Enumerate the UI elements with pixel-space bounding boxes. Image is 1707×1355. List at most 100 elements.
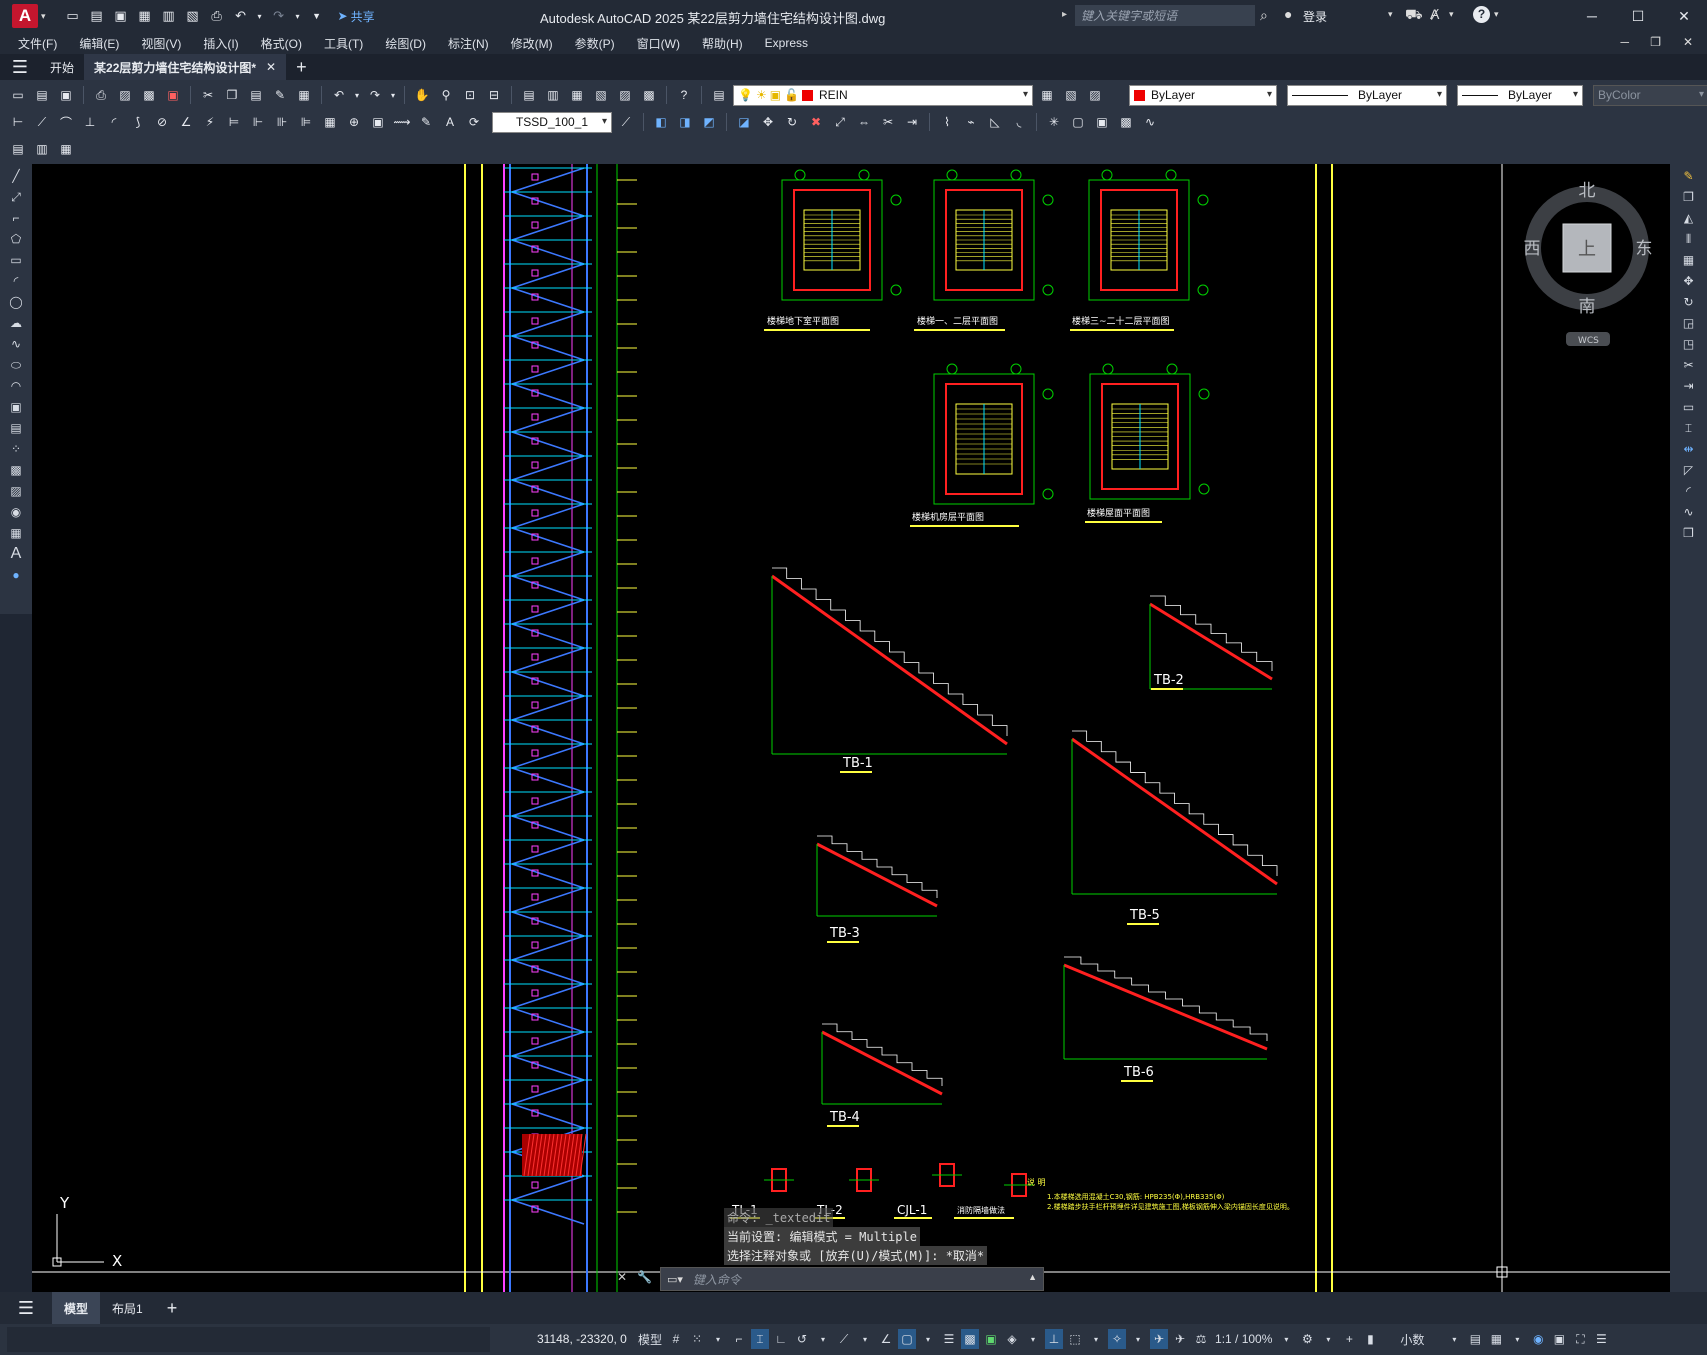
tolerance-icon[interactable]: ▦	[320, 112, 340, 132]
zoom-realtime-icon[interactable]: ⚲	[436, 85, 456, 105]
angular-dim-icon[interactable]: ∠	[176, 112, 196, 132]
login-link[interactable]: 登录	[1303, 8, 1327, 25]
layer-states-icon[interactable]: ▨	[1085, 85, 1105, 105]
help-icon[interactable]: ?	[674, 85, 694, 105]
layer-viewport-icon[interactable]: ▣	[770, 88, 781, 102]
trim-icon[interactable]: ✂	[1679, 356, 1699, 374]
mtext-icon[interactable]: A	[6, 545, 26, 563]
dim-break-icon[interactable]: ⊫	[296, 112, 316, 132]
doc-close-button[interactable]: ✕	[1683, 35, 1693, 49]
construction-line-icon[interactable]: ⤢	[6, 188, 26, 206]
dim-update-icon[interactable]: ⟳	[464, 112, 484, 132]
menu-express[interactable]: Express	[754, 36, 819, 50]
help-dropdown-icon[interactable]: ▾	[1494, 9, 1499, 20]
undo-dropdown-icon[interactable]: ▾	[256, 7, 264, 25]
annotation-scale-icon[interactable]: ⚖	[1192, 1329, 1210, 1349]
new-icon[interactable]: ▭	[8, 85, 28, 105]
array-icon[interactable]: ▦	[1679, 251, 1699, 269]
object-snap-dropdown-icon[interactable]: ▾	[919, 1329, 937, 1349]
doc-restore-button[interactable]: ❐	[1650, 35, 1661, 49]
spline-edit-icon[interactable]: ∿	[1140, 112, 1160, 132]
polygon-icon[interactable]: ⬠	[6, 230, 26, 248]
undo-icon[interactable]: ↶	[329, 85, 349, 105]
transparency-icon[interactable]: ▩	[961, 1329, 980, 1349]
menu-draw[interactable]: 绘图(D)	[374, 35, 437, 52]
center-mark-icon[interactable]: ⊕	[344, 112, 364, 132]
make-block-icon[interactable]: ▤	[6, 419, 26, 437]
snap-dropdown-icon[interactable]: ▾	[709, 1329, 727, 1349]
menu-edit[interactable]: 编辑(E)	[68, 35, 130, 52]
lock-ui-dropdown-icon[interactable]: ▾	[1508, 1329, 1526, 1349]
workspace-dropdown-icon[interactable]: ▾	[1319, 1329, 1337, 1349]
snap-icon[interactable]: ⁙	[688, 1329, 706, 1349]
maximize-button[interactable]: ☐	[1615, 0, 1661, 32]
autocad-logo[interactable]: A	[12, 4, 38, 28]
selection-filter-icon[interactable]: ⬚	[1066, 1329, 1084, 1349]
paste-icon[interactable]: ▤	[246, 85, 266, 105]
boundary-icon[interactable]: ▣	[1092, 112, 1112, 132]
search-expand-icon[interactable]: ▸	[1062, 9, 1067, 20]
zoom-previous-icon[interactable]: ⊟	[484, 85, 504, 105]
viewcube-south[interactable]: 南	[1579, 297, 1596, 317]
quick-properties-icon[interactable]: ▤	[1466, 1329, 1484, 1349]
minimize-button[interactable]: ─	[1569, 0, 1615, 32]
undo-dropdown-icon[interactable]: ▾	[353, 85, 361, 105]
explode-icon[interactable]: ✳	[1044, 112, 1064, 132]
customization-icon[interactable]: ☰	[1592, 1329, 1610, 1349]
viewcube-east[interactable]: 东	[1636, 239, 1653, 259]
annotation-scale-dropdown-icon[interactable]: ▾	[1277, 1329, 1295, 1349]
wcs-label[interactable]: WCS	[1578, 336, 1599, 346]
mirror-icon[interactable]: ◭	[1679, 209, 1699, 227]
autodesk-a360-icon[interactable]: Ⱥ	[1430, 6, 1439, 22]
color-dropdown[interactable]: ByLayer ▾	[1129, 84, 1277, 106]
viewcube-face[interactable]: 上	[1578, 239, 1596, 260]
extend-icon[interactable]: ⇥	[902, 112, 922, 132]
customize-command-icon[interactable]: 🔧	[637, 1270, 652, 1284]
circle-icon[interactable]: ◯	[6, 293, 26, 311]
spline-icon[interactable]: ∿	[6, 335, 26, 353]
layer-previous-icon[interactable]: ▧	[1061, 85, 1081, 105]
sheet-set-icon[interactable]: ▧	[591, 85, 611, 105]
hatch-icon[interactable]: ▩	[6, 461, 26, 479]
chamfer-icon[interactable]: ◺	[985, 112, 1005, 132]
break-icon[interactable]: ⌇	[937, 112, 957, 132]
close-command-icon[interactable]: ✕	[617, 1270, 627, 1284]
dim-edit-icon[interactable]: ✎	[416, 112, 436, 132]
redo-dropdown-icon[interactable]: ▾	[294, 7, 302, 25]
infer-constraints-icon[interactable]: ⌐	[730, 1329, 748, 1349]
copy-icon[interactable]: ❐	[222, 85, 242, 105]
dim-text-edit-icon[interactable]: A	[440, 112, 460, 132]
grid-icon[interactable]: #	[667, 1329, 685, 1349]
fillet-icon[interactable]: ◟	[1009, 112, 1029, 132]
redo-dropdown-icon[interactable]: ▾	[389, 85, 397, 105]
diameter-dim-icon[interactable]: ⊘	[152, 112, 172, 132]
command-input[interactable]: 键入命令	[693, 1271, 741, 1288]
lock-ui-icon[interactable]: ▦	[1487, 1329, 1505, 1349]
auto-scale-icon[interactable]: ✈	[1171, 1329, 1189, 1349]
hatch-edit-icon[interactable]: ▩	[1116, 112, 1136, 132]
blend-curves-icon[interactable]: ∿	[1679, 503, 1699, 521]
viewcube[interactable]: 上 北 南 西 东 WCS	[1524, 181, 1653, 346]
gizmo-icon[interactable]: ✧	[1108, 1329, 1127, 1349]
join-icon[interactable]: ⌁	[961, 112, 981, 132]
3d-osnap-icon[interactable]: ◈	[1003, 1329, 1021, 1349]
menu-tools[interactable]: 工具(T)	[313, 35, 374, 52]
linear-dim-icon[interactable]: ⊢	[8, 112, 28, 132]
a360-dropdown-icon[interactable]: ▾	[1449, 9, 1454, 20]
layer-properties-icon[interactable]: ▤	[709, 85, 729, 105]
menu-help[interactable]: 帮助(H)	[691, 35, 754, 52]
markup-icon[interactable]: ▨	[615, 85, 635, 105]
array-icon[interactable]: ◪	[734, 112, 754, 132]
open-web-icon[interactable]: ▥	[160, 7, 178, 25]
ortho-icon[interactable]: ∟	[772, 1329, 790, 1349]
login-dropdown-icon[interactable]: ▾	[1388, 9, 1393, 20]
plot-preview-icon[interactable]: ▨	[115, 85, 135, 105]
properties-icon[interactable]: ▤	[519, 85, 539, 105]
close-button[interactable]: ✕	[1661, 0, 1707, 32]
cart-icon[interactable]: ⛟	[1405, 6, 1423, 25]
linetype-dropdown[interactable]: ByLayer ▾	[1287, 84, 1447, 106]
isodraft-dropdown-icon[interactable]: ▾	[856, 1329, 874, 1349]
dimstyle-dropdown[interactable]: TSSD_100_1 ▾	[492, 111, 612, 133]
chamfer-icon[interactable]: ◸	[1679, 461, 1699, 479]
search-input[interactable]: 键入关键字或短语	[1075, 5, 1255, 26]
